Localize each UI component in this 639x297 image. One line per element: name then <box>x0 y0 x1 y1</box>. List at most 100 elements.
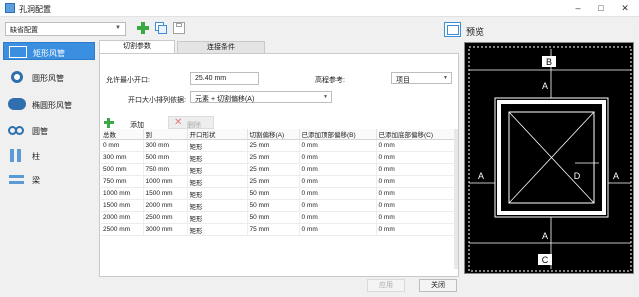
table-cell[interactable]: 300 mm <box>101 151 144 164</box>
minimize-button[interactable]: – <box>567 0 589 17</box>
delete-icon: ✕ <box>174 117 183 128</box>
app-icon <box>5 3 15 13</box>
delete-row-button[interactable]: ✕ 删除 <box>168 116 214 129</box>
table-cell[interactable]: 0 mm <box>376 139 458 152</box>
sidebar-item-label: 柱 <box>32 152 40 161</box>
column-header[interactable]: 总数 <box>101 129 144 140</box>
column-header[interactable]: 开口形状 <box>187 129 248 140</box>
min-opening-input[interactable]: 25.40 mm <box>190 72 259 85</box>
column-header[interactable]: 已添加底部偏移(C) <box>376 129 458 140</box>
table-cell[interactable]: 矩形 <box>187 175 248 188</box>
table-row[interactable]: 500 mm 750 mm 矩形 25 mm 0 mm 0 mm <box>101 163 458 176</box>
table-cell[interactable]: 25 mm <box>247 151 300 164</box>
sidebar-item-oval-duct[interactable]: 椭圆形风管 <box>3 95 95 113</box>
table-cell[interactable]: 2000 mm <box>101 211 144 224</box>
apply-button[interactable]: 应用 <box>367 279 405 292</box>
table-row[interactable]: 1500 mm 2000 mm 矩形 50 mm 0 mm 0 mm <box>101 199 458 212</box>
offset-a-label: A <box>542 81 548 91</box>
table-cell[interactable]: 1000 mm <box>143 175 188 188</box>
table-cell[interactable]: 3000 mm <box>143 223 188 236</box>
copy-preset-icon[interactable] <box>154 21 168 35</box>
table-cell[interactable]: 25 mm <box>247 163 300 176</box>
table-cell[interactable]: 矩形 <box>187 163 248 176</box>
preview-toggle-icon[interactable] <box>444 22 461 37</box>
preview-label: 预览 <box>466 27 485 37</box>
preset-value: 缺省配置 <box>10 27 38 34</box>
table-row[interactable]: 2500 mm 3000 mm 矩形 75 mm 0 mm 0 mm <box>101 223 458 236</box>
table-cell[interactable]: 矩形 <box>187 223 248 236</box>
table-cell[interactable]: 75 mm <box>247 223 300 236</box>
table-cell[interactable]: 500 mm <box>143 151 188 164</box>
table-cell[interactable]: 500 mm <box>101 163 144 176</box>
table-cell[interactable]: 1500 mm <box>101 199 144 212</box>
round-duct-icon <box>11 71 23 83</box>
table-cell[interactable]: 0 mm <box>376 163 458 176</box>
tab-cut-params[interactable]: 切割参数 <box>99 40 175 54</box>
table-header-row: 总数 到 开口形状 切割偏移(A) 已添加顶部偏移(B) 已添加底部偏移(C) <box>101 129 458 140</box>
table-cell[interactable]: 矩形 <box>187 211 248 224</box>
table-cell[interactable]: 1000 mm <box>101 187 144 200</box>
table-cell[interactable]: 0 mm <box>376 199 458 212</box>
elevation-select[interactable]: 项目 ▼ <box>391 72 452 84</box>
table-cell[interactable]: 750 mm <box>143 163 188 176</box>
table-cell[interactable]: 矩形 <box>187 139 248 152</box>
table-cell[interactable]: 0 mm <box>299 223 377 236</box>
opening-preview: B A A D A A C <box>464 42 634 274</box>
table-cell[interactable]: 2500 mm <box>101 223 144 236</box>
sort-select[interactable]: 元素 + 切割偏移(A) ▼ <box>190 91 332 103</box>
table-cell[interactable]: 50 mm <box>247 199 300 212</box>
sidebar-item-column[interactable]: 柱 <box>3 146 95 164</box>
table-cell[interactable]: 0 mm <box>299 163 377 176</box>
table-cell[interactable]: 0 mm <box>376 211 458 224</box>
close-button[interactable]: ✕ <box>614 0 636 17</box>
table-cell[interactable]: 0 mm <box>299 151 377 164</box>
table-cell[interactable]: 25 mm <box>247 175 300 188</box>
sidebar-item-pipe[interactable]: 圆管 <box>3 121 95 139</box>
table-cell[interactable]: 2000 mm <box>143 199 188 212</box>
table-cell[interactable]: 0 mm <box>376 187 458 200</box>
table-cell[interactable]: 矩形 <box>187 151 248 164</box>
table-cell[interactable]: 0 mm <box>299 175 377 188</box>
chevron-down-icon: ▼ <box>443 75 448 81</box>
table-cell[interactable]: 矩形 <box>187 199 248 212</box>
table-row[interactable]: 1000 mm 1500 mm 矩形 50 mm 0 mm 0 mm <box>101 187 458 200</box>
sidebar-item-round-duct[interactable]: 圆形风管 <box>3 68 95 86</box>
table-cell[interactable]: 0 mm <box>299 187 377 200</box>
table-row[interactable]: 750 mm 1000 mm 矩形 25 mm 0 mm 0 mm <box>101 175 458 188</box>
min-opening-label: 允许最小开口: <box>106 77 150 84</box>
table-cell[interactable]: 0 mm <box>376 223 458 236</box>
table-cell[interactable]: 2500 mm <box>143 211 188 224</box>
add-preset-icon[interactable] <box>136 21 150 35</box>
table-row[interactable]: 2000 mm 2500 mm 矩形 50 mm 0 mm 0 mm <box>101 211 458 224</box>
table-scrollbar[interactable] <box>454 129 458 269</box>
table-cell[interactable]: 750 mm <box>101 175 144 188</box>
close-dialog-button[interactable]: 关闭 <box>419 279 457 292</box>
table-row[interactable]: 0 mm 300 mm 矩形 25 mm 0 mm 0 mm <box>101 139 458 152</box>
table-row[interactable]: 300 mm 500 mm 矩形 25 mm 0 mm 0 mm <box>101 151 458 164</box>
table-cell[interactable]: 0 mm <box>299 199 377 212</box>
table-cell[interactable]: 50 mm <box>247 211 300 224</box>
sidebar-item-beam[interactable]: 梁 <box>3 170 95 188</box>
table-cell[interactable]: 50 mm <box>247 187 300 200</box>
offset-c-label: C <box>542 255 549 265</box>
maximize-button[interactable]: □ <box>590 0 612 17</box>
elevation-value: 项目 <box>396 77 410 84</box>
column-header[interactable]: 到 <box>143 129 188 140</box>
table-cell[interactable]: 25 mm <box>247 139 300 152</box>
table-cell[interactable]: 0 mm <box>299 139 377 152</box>
save-preset-icon[interactable] <box>172 21 186 35</box>
column-header[interactable]: 切割偏移(A) <box>247 129 300 140</box>
table-cell[interactable]: 0 mm <box>101 139 144 152</box>
table-cell[interactable]: 0 mm <box>376 175 458 188</box>
table-cell[interactable]: 1500 mm <box>143 187 188 200</box>
sidebar-item-rect-duct[interactable]: 矩形风管 <box>3 42 95 60</box>
beam-icon <box>8 173 26 185</box>
title-bar: 孔洞配置 – □ ✕ <box>0 0 639 17</box>
table-cell[interactable]: 0 mm <box>376 151 458 164</box>
table-cell[interactable]: 矩形 <box>187 187 248 200</box>
table-cell[interactable]: 0 mm <box>299 211 377 224</box>
preset-select[interactable]: 缺省配置 ▼ <box>5 22 126 36</box>
table-cell[interactable]: 300 mm <box>143 139 188 152</box>
column-header[interactable]: 已添加顶部偏移(B) <box>299 129 377 140</box>
sidebar-item-label: 椭圆形风管 <box>32 101 72 110</box>
